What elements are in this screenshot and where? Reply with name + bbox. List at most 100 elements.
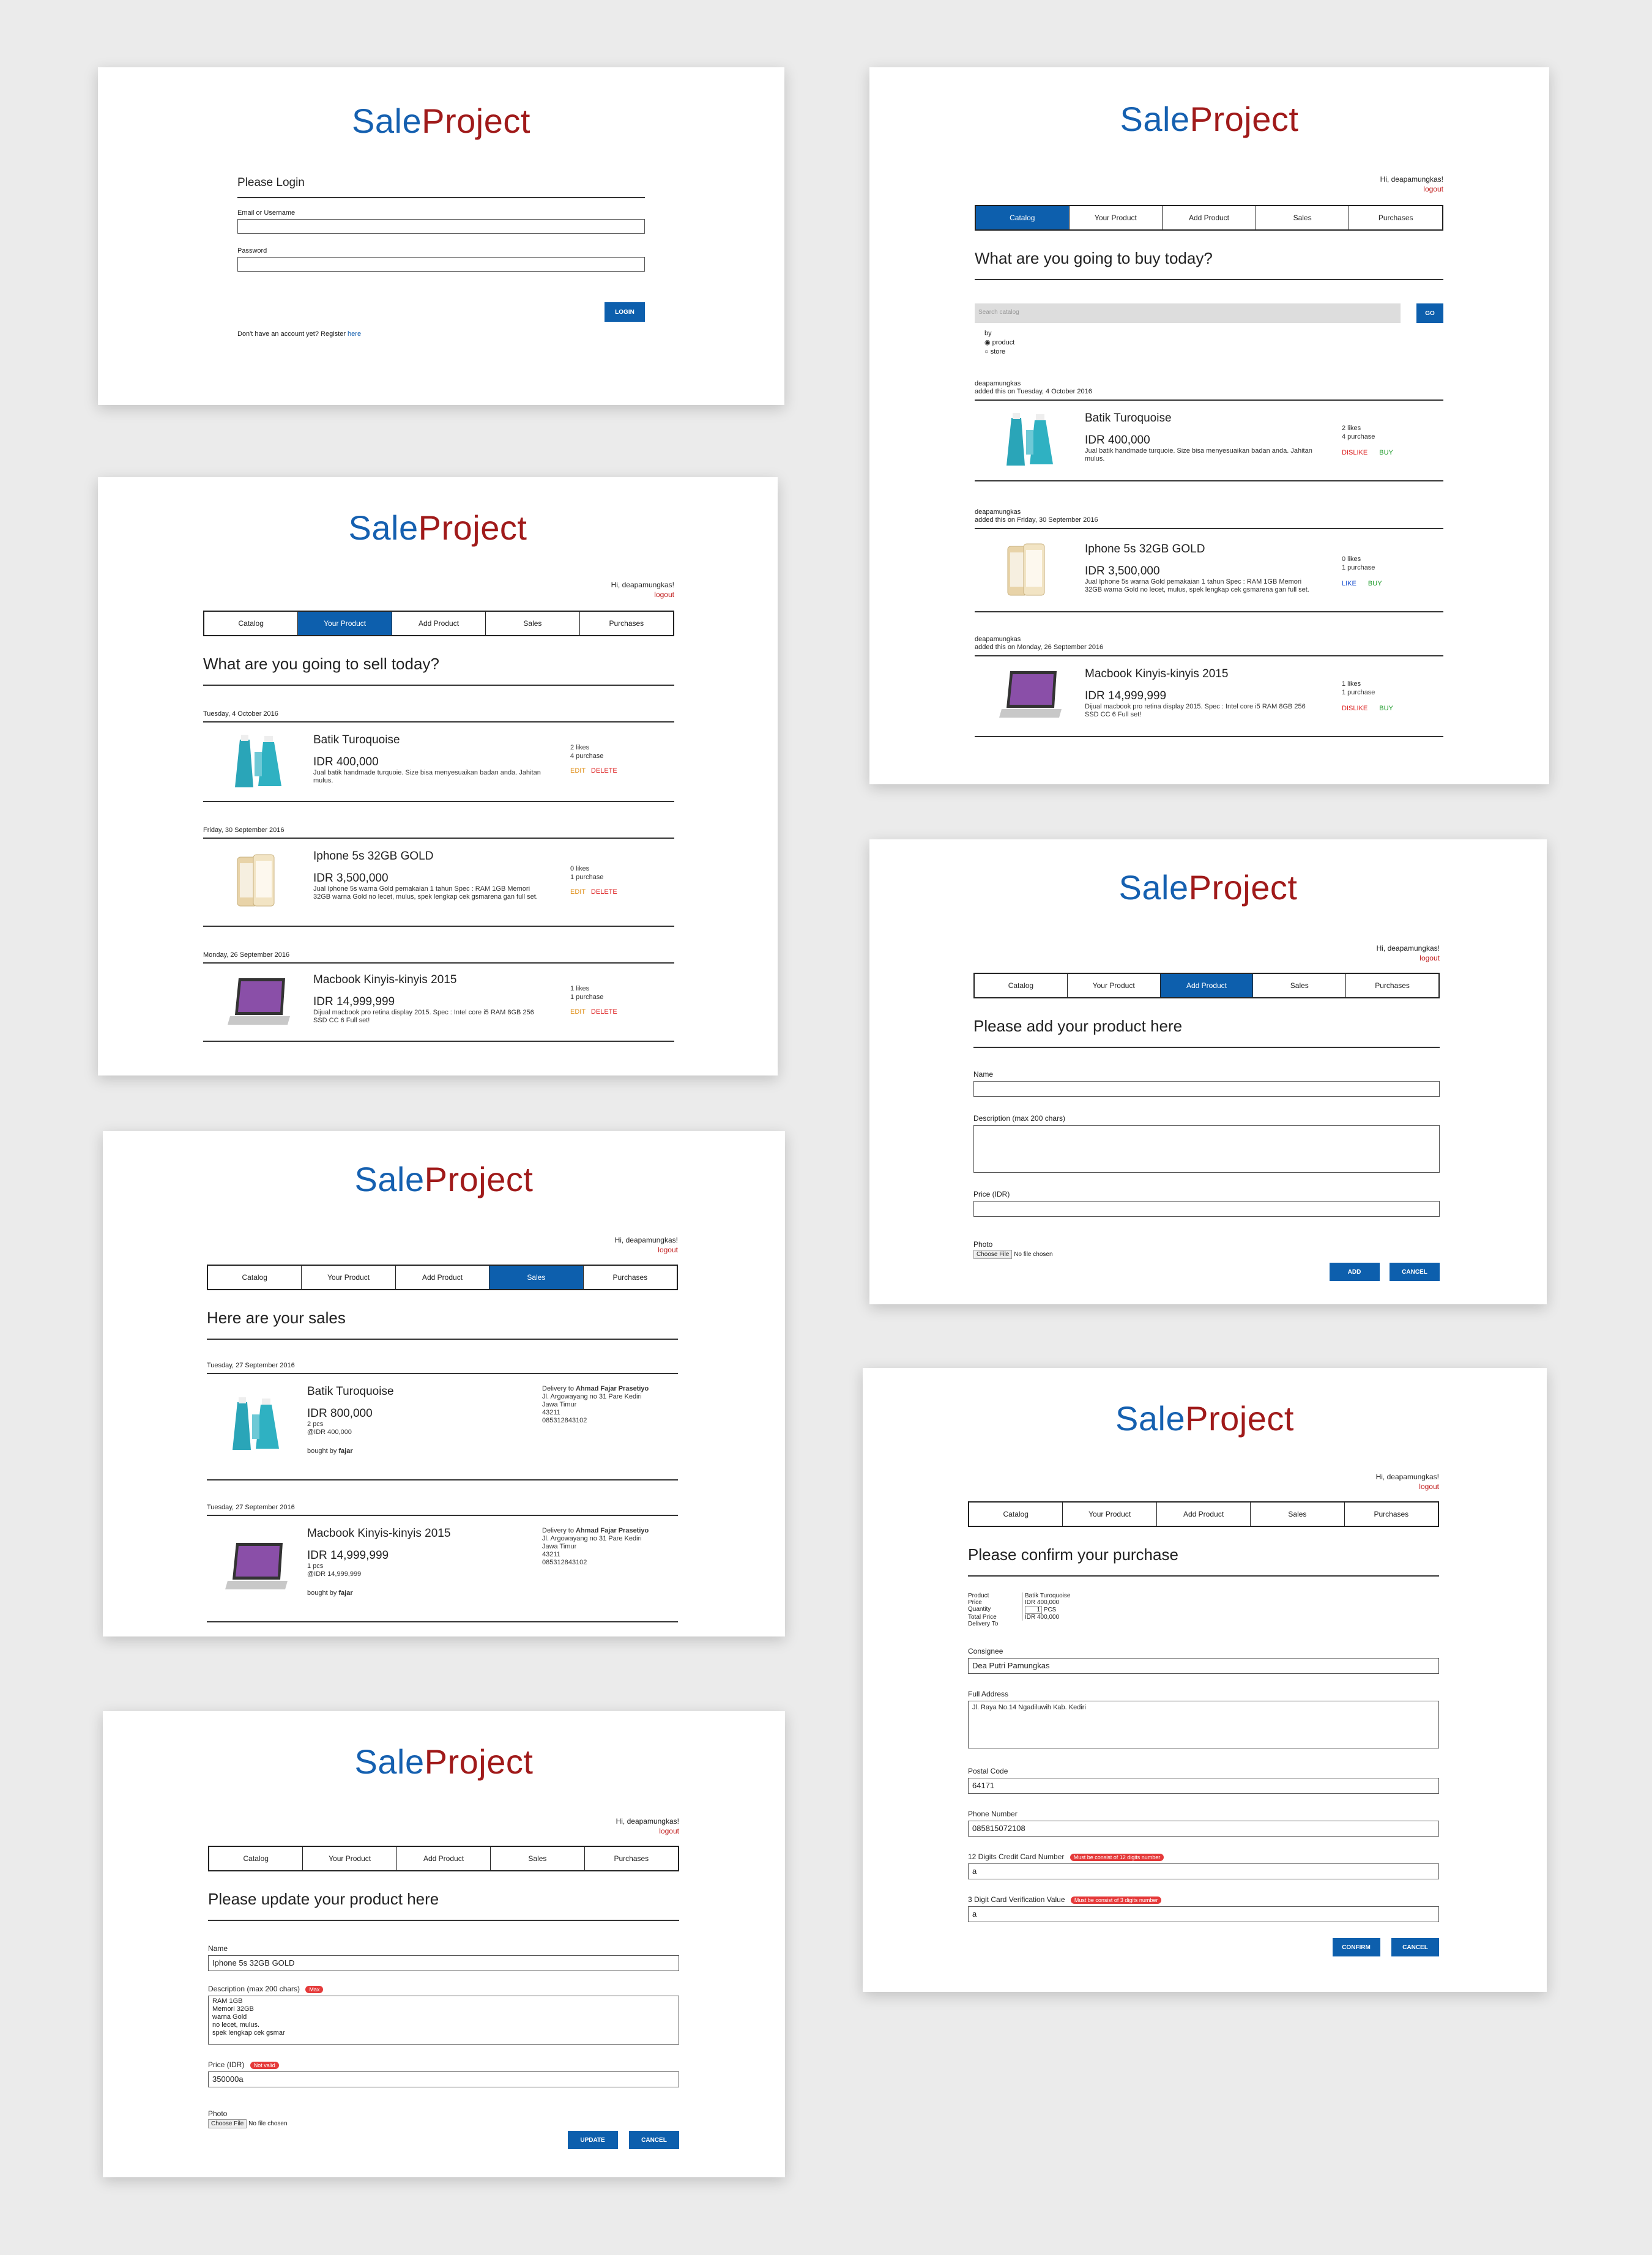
tab-catalog[interactable]: Catalog [209, 1847, 303, 1870]
edit-button[interactable]: EDIT [570, 767, 586, 775]
logout-link[interactable]: logout [208, 1826, 679, 1836]
tab-your-product[interactable]: Your Product [1069, 206, 1163, 229]
choose-file-button[interactable]: Choose File [208, 2119, 247, 2128]
update-button[interactable]: UPDATE [567, 2131, 618, 2149]
list-item: Macbook Kinyis-kinyis 2015 IDR 14,999,99… [975, 655, 1443, 737]
radio-product[interactable]: ◉ product [984, 338, 1443, 347]
tab-add-product[interactable]: Add Product [396, 1847, 491, 1870]
price-input[interactable]: 350000a [208, 2071, 679, 2087]
register-link[interactable]: here [348, 330, 361, 338]
phone-input[interactable]: 085815072108 [968, 1821, 1439, 1837]
brand-logo: SaleProject [1120, 100, 1299, 138]
tab-catalog[interactable]: Catalog [976, 206, 1070, 229]
item-date: Monday, 26 September 2016 [203, 951, 290, 959]
edit-button[interactable]: EDIT [570, 1008, 586, 1016]
tab-your-product[interactable]: Your Product [298, 612, 392, 635]
page-title: Please update your product here [208, 1890, 679, 1921]
tab-add-product[interactable]: Add Product [395, 1266, 490, 1289]
purchase-count: 4 purchase [1342, 433, 1375, 440]
description-textarea[interactable]: RAM 1GB Memori 32GB warna Gold no lecet,… [208, 1996, 679, 2045]
postal-code-input[interactable]: 64171 [968, 1778, 1439, 1794]
tab-your-product[interactable]: Your Product [1063, 1503, 1157, 1526]
added-date: added this on Friday, 30 September 2016 [975, 516, 1098, 524]
tab-purchases[interactable]: Purchases [1349, 206, 1442, 229]
tab-sales[interactable]: Sales [1253, 974, 1347, 997]
tab-add-product[interactable]: Add Product [392, 612, 486, 635]
cancel-button[interactable]: CANCEL [629, 2131, 679, 2149]
delivery-label: Delivery to [542, 1527, 574, 1534]
consignee-input[interactable]: Dea Putri Pamungkas [968, 1658, 1439, 1674]
delete-button[interactable]: DELETE [591, 767, 617, 775]
like-button[interactable]: LIKE [1342, 580, 1356, 587]
password-input[interactable] [237, 257, 645, 272]
address-textarea[interactable]: Jl. Raya No.14 Ngadiluwih Kab. Kediri [968, 1701, 1439, 1748]
radio-store[interactable]: ○ store [984, 347, 1443, 357]
tab-sales[interactable]: Sales [1256, 206, 1350, 229]
tab-your-product[interactable]: Your Product [1067, 974, 1161, 997]
card-number-input[interactable]: a [968, 1863, 1439, 1879]
price-input[interactable] [973, 1201, 1440, 1217]
buy-button[interactable]: BUY [1379, 449, 1393, 456]
quantity-label: Quantity [968, 1606, 991, 1613]
logout-link[interactable]: logout [968, 1482, 1439, 1492]
edit-button[interactable]: EDIT [570, 888, 586, 896]
tab-sales[interactable]: Sales [486, 612, 580, 635]
bought-by-label: bought by [307, 1447, 337, 1455]
item-date: Tuesday, 4 October 2016 [203, 710, 278, 718]
cancel-button[interactable]: CANCEL [1390, 1263, 1440, 1281]
confirm-button[interactable]: CONFIRM [1332, 1938, 1380, 1956]
product-name[interactable]: Batik Turoquoise [1085, 412, 1317, 425]
tab-add-product[interactable]: Add Product [1156, 1503, 1251, 1526]
product-name: Macbook Kinyis-kinyis 2015 [307, 1527, 451, 1540]
tab-purchases[interactable]: Purchases [584, 1847, 679, 1870]
choose-file-button[interactable]: Choose File [973, 1250, 1013, 1259]
photo-label: Photo [973, 1240, 993, 1249]
tab-add-product[interactable]: Add Product [1160, 974, 1254, 997]
product-name[interactable]: Macbook Kinyis-kinyis 2015 [1085, 667, 1317, 681]
description-textarea[interactable] [973, 1125, 1440, 1173]
tab-purchases[interactable]: Purchases [579, 612, 674, 635]
tab-catalog[interactable]: Catalog [204, 612, 299, 635]
delete-button[interactable]: DELETE [591, 1008, 617, 1016]
cancel-button[interactable]: CANCEL [1391, 1938, 1439, 1956]
name-input[interactable]: Iphone 5s 32GB GOLD [208, 1955, 679, 1971]
logout-link[interactable]: logout [203, 590, 674, 600]
tab-add-product[interactable]: Add Product [1163, 206, 1256, 229]
logout-link[interactable]: logout [207, 1245, 678, 1255]
buy-button[interactable]: BUY [1368, 580, 1382, 587]
product-description: Jual Iphone 5s warna Gold pemakaian 1 ta… [1085, 578, 1309, 593]
batik-dress-image [233, 1397, 279, 1450]
dislike-button[interactable]: DISLIKE [1342, 449, 1367, 456]
dislike-button[interactable]: DISLIKE [1342, 705, 1367, 712]
macbook-image [228, 978, 290, 1025]
add-button[interactable]: ADD [1329, 1263, 1380, 1281]
name-input[interactable] [973, 1081, 1440, 1097]
quantity-input[interactable]: 1 [1025, 1606, 1042, 1614]
tab-purchases[interactable]: Purchases [1346, 974, 1438, 997]
tab-catalog[interactable]: Catalog [208, 1266, 302, 1289]
added-date: added this on Tuesday, 4 October 2016 [975, 388, 1092, 395]
search-input[interactable]: Search catalog [975, 303, 1401, 323]
tab-purchases[interactable]: Purchases [583, 1266, 677, 1289]
tab-sales[interactable]: Sales [1251, 1503, 1345, 1526]
batik-dress-image [235, 735, 281, 787]
login-button[interactable]: LOGIN [605, 302, 645, 322]
nav-tabs: Catalog Your Product Add Product Sales P… [968, 1501, 1439, 1527]
tab-sales[interactable]: Sales [491, 1847, 585, 1870]
delete-button[interactable]: DELETE [591, 888, 617, 896]
go-button[interactable]: GO [1416, 303, 1443, 323]
tab-sales[interactable]: Sales [489, 1266, 584, 1289]
list-item: Iphone 5s 32GB GOLD IDR 3,500,000 Jual I… [203, 838, 674, 927]
tab-your-product[interactable]: Your Product [303, 1847, 397, 1870]
tab-catalog[interactable]: Catalog [969, 1503, 1063, 1526]
product-value: Batik Turoquoise [1022, 1592, 1439, 1599]
tab-catalog[interactable]: Catalog [975, 974, 1068, 997]
email-input[interactable] [237, 219, 645, 234]
tab-your-product[interactable]: Your Product [302, 1266, 396, 1289]
logout-link[interactable]: logout [973, 953, 1440, 963]
cvv-input[interactable]: a [968, 1906, 1439, 1922]
logout-link[interactable]: logout [975, 184, 1443, 194]
product-name[interactable]: Iphone 5s 32GB GOLD [1085, 543, 1317, 556]
buy-button[interactable]: BUY [1379, 705, 1393, 712]
tab-purchases[interactable]: Purchases [1344, 1503, 1438, 1526]
